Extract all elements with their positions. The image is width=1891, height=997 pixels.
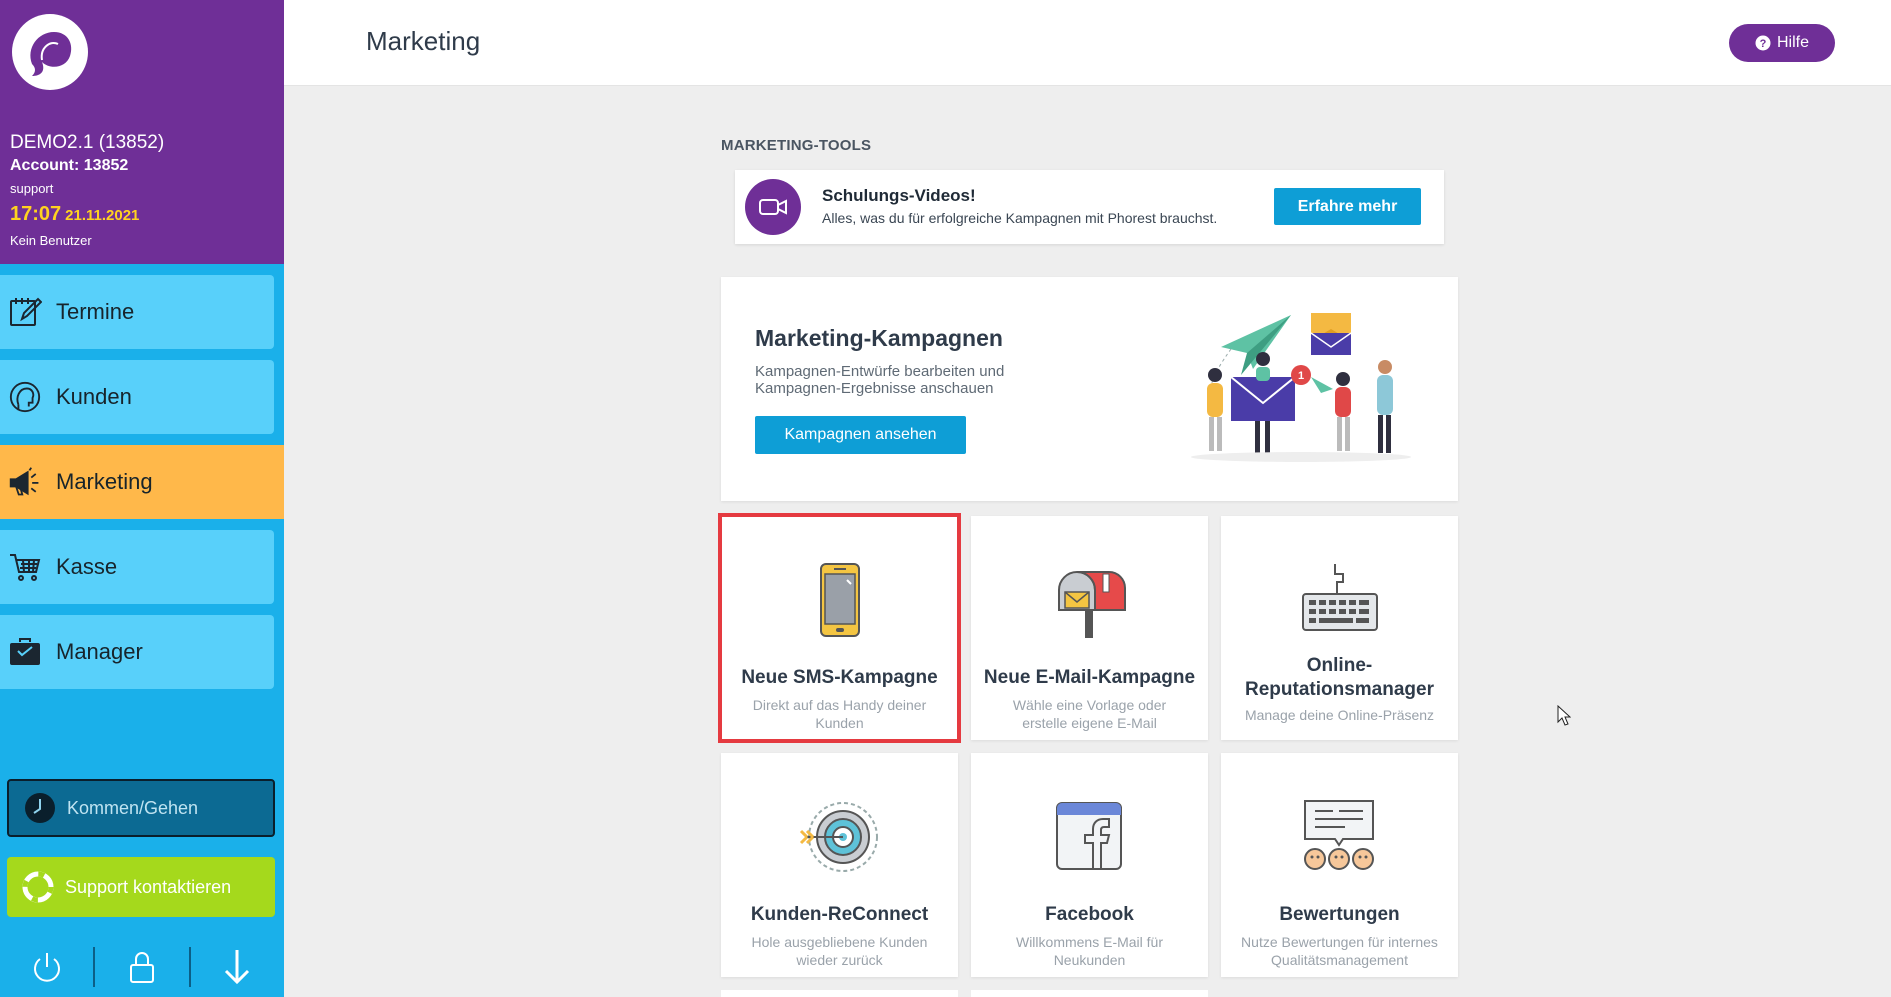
tile-reviews[interactable]: Bewertungen Nutze Bewertungen für intern…: [1221, 753, 1458, 977]
user-role: support: [10, 181, 54, 196]
account-number: Account: 13852: [10, 157, 129, 174]
video-camera-icon: [745, 179, 801, 235]
nav-item-marketing[interactable]: Marketing: [0, 445, 284, 519]
current-time: 17:07: [10, 203, 62, 225]
svg-text:?: ?: [1760, 38, 1767, 50]
megaphone-icon: [8, 465, 42, 499]
learn-more-button[interactable]: Erfahre mehr: [1274, 188, 1421, 225]
user-status: Kein Benutzer: [10, 233, 92, 248]
tile-new-sms-campaign[interactable]: Neue SMS-Kampagne Direkt auf das Handy d…: [718, 513, 961, 743]
tile-online-reputation-manager[interactable]: Online-Reputationsmanager Manage deine O…: [1221, 516, 1458, 740]
calendar-edit-icon: [8, 295, 42, 329]
datetime: 17:07 21.11.2021: [10, 200, 164, 230]
svg-text:1: 1: [1298, 370, 1304, 382]
nav-item-termine[interactable]: Termine: [0, 275, 274, 349]
section-title: MARKETING-TOOLS: [721, 137, 872, 154]
sidebar: DEMO2.1 (13852) Account: 13852 support 1…: [0, 0, 284, 997]
sidebar-bottom-bar: [0, 937, 284, 997]
help-label: Hilfe: [1776, 34, 1809, 51]
current-date: 21.11.2021: [65, 207, 140, 224]
tile-customer-reconnect[interactable]: Kunden-ReConnect Hole ausgebliebene Kund…: [721, 753, 958, 977]
nav-label: Kasse: [56, 554, 118, 579]
mouse-cursor-icon: [1557, 705, 1571, 726]
nav-label: Marketing: [56, 469, 153, 494]
campaigns-title: Marketing-Kampagnen: [755, 325, 1003, 351]
review-feedback-icon: [1304, 800, 1374, 870]
help-button[interactable]: ? Hilfe: [1729, 24, 1835, 62]
top-header: Marketing ? Hilfe: [284, 0, 1891, 86]
org-name: DEMO2.1 (13852): [10, 132, 165, 153]
support-button-label: Support kontaktieren: [65, 876, 232, 897]
campaign-illustration: 1: [1191, 313, 1411, 462]
clock-icon: [23, 791, 57, 825]
tile-title: Facebook: [1045, 904, 1134, 925]
tile-title: Kunden-ReConnect: [750, 904, 929, 925]
account-info: DEMO2.1 (13852) Account: 13852 support 1…: [10, 132, 164, 252]
training-videos-card: Schulungs-Videos! Alles, was du für erfo…: [735, 170, 1444, 244]
mailbox-icon: [1058, 571, 1126, 638]
nav-item-kunden[interactable]: Kunden: [0, 360, 274, 434]
clock-in-out-button[interactable]: Kommen/Gehen: [7, 779, 275, 837]
smartphone-icon: [820, 563, 860, 637]
cart-icon: [8, 550, 42, 584]
tile-title: Neue SMS-Kampagne: [741, 667, 938, 688]
tile-description: Hole ausgebliebene Kunden wieder zurück: [751, 934, 928, 968]
facebook-icon: [1056, 802, 1122, 870]
power-icon: [33, 953, 60, 982]
tile-title: Online-Reputationsmanager: [1245, 655, 1434, 700]
tile-description: Nutze Bewertungen für internes Qualitäts…: [1241, 934, 1438, 968]
campaigns-description: Kampagnen-Entwürfe bearbeiten und Kampag…: [755, 363, 1005, 397]
support-contact-button[interactable]: Support kontaktieren: [7, 857, 275, 917]
nav-item-manager[interactable]: Manager: [0, 615, 274, 689]
lifebuoy-icon: [21, 870, 55, 904]
tile-partial[interactable]: [721, 990, 958, 997]
briefcase-icon: [8, 635, 42, 669]
tile-description: Manage deine Online-Präsenz: [1244, 707, 1435, 723]
question-icon: ?: [1755, 35, 1771, 51]
nav-item-kasse[interactable]: Kasse: [0, 530, 274, 604]
tile-title: Neue E-Mail-Kampagne: [983, 667, 1196, 688]
sidebar-account-panel: DEMO2.1 (13852) Account: 13852 support 1…: [0, 0, 284, 264]
lock-button[interactable]: [95, 950, 188, 984]
marketing-campaigns-card: Marketing-Kampagnen Kampagnen-Entwürfe b…: [721, 277, 1458, 501]
lock-icon: [130, 952, 154, 983]
video-card-title: Schulungs-Videos!: [822, 186, 976, 205]
tile-partial[interactable]: [971, 990, 1208, 997]
page-title: Marketing: [366, 26, 481, 56]
arrow-down-icon: [225, 950, 250, 985]
tile-description: Direkt auf das Handy deiner Kunden: [752, 697, 927, 731]
keyboard-icon: [1302, 564, 1378, 631]
customer-head-icon: [8, 380, 42, 414]
download-button[interactable]: [191, 948, 284, 986]
tile-facebook[interactable]: Facebook Willkommens E-Mail für Neukunde…: [971, 753, 1208, 977]
clock-button-label: Kommen/Gehen: [67, 797, 199, 818]
target-icon: [799, 802, 878, 872]
tile-description: Willkommens E-Mail für Neukunden: [1015, 934, 1163, 968]
tile-description: Wähle eine Vorlage oder erstelle eigene …: [1012, 697, 1167, 731]
tile-new-email-campaign[interactable]: Neue E-Mail-Kampagne Wähle eine Vorlage …: [971, 516, 1208, 740]
nav-label: Termine: [56, 299, 135, 324]
phorest-logo[interactable]: [12, 14, 88, 90]
power-button[interactable]: [0, 950, 93, 984]
view-campaigns-button[interactable]: Kampagnen ansehen: [755, 416, 966, 454]
nav-label: Manager: [56, 639, 143, 664]
tile-title: Bewertungen: [1279, 904, 1400, 925]
nav-label: Kunden: [56, 384, 132, 409]
video-card-subtitle: Alles, was du für erfolgreiche Kampagnen…: [822, 210, 1218, 226]
